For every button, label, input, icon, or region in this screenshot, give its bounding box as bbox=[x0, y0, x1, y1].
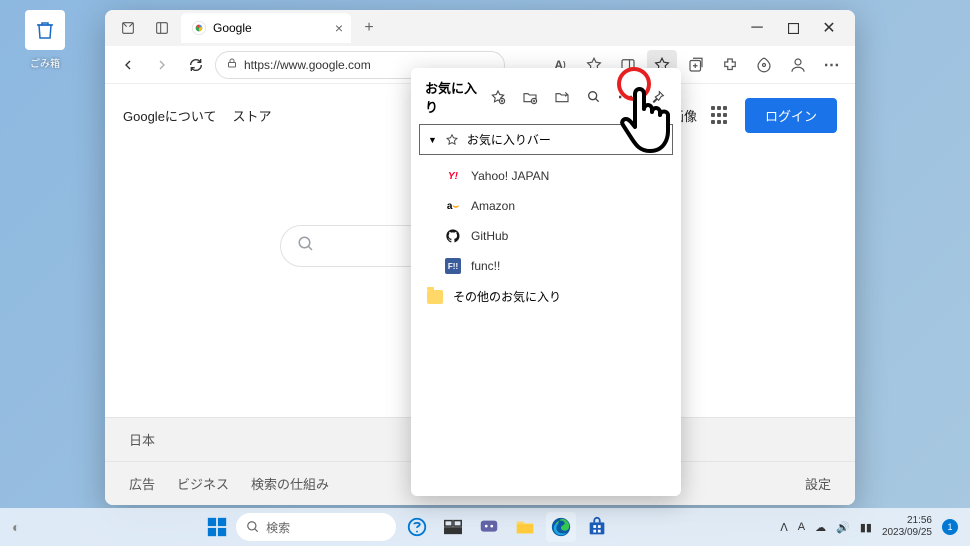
close-window-button[interactable]: ✕ bbox=[811, 14, 847, 42]
collapse-triangle-icon: ▼ bbox=[428, 135, 437, 145]
favorite-item[interactable]: a⌣ Amazon bbox=[411, 191, 681, 221]
volume-icon[interactable]: 🔊 bbox=[836, 521, 850, 534]
profile-icon[interactable] bbox=[783, 50, 813, 80]
taskbar: ◐ 検索 ᐱ A ☁ 🔊 ▮▮ 21:56 2023/09/25 1 bbox=[0, 508, 970, 546]
search-icon bbox=[246, 520, 260, 534]
system-tray: ᐱ A ☁ 🔊 ▮▮ 21:56 2023/09/25 1 bbox=[780, 515, 958, 539]
favorite-label: GitHub bbox=[471, 229, 508, 243]
favorites-bar-label: お気に入りバー bbox=[467, 131, 551, 148]
menu-button[interactable]: ⋯ bbox=[817, 55, 847, 75]
footer-ads[interactable]: 広告 bbox=[129, 474, 155, 493]
taskbar-clock[interactable]: 21:56 2023/09/25 bbox=[882, 515, 932, 539]
battery-icon[interactable]: ▮▮ bbox=[860, 521, 872, 534]
yahoo-icon: Y! bbox=[445, 168, 461, 184]
amazon-icon: a⌣ bbox=[445, 198, 461, 214]
taskbar-search-placeholder: 検索 bbox=[266, 519, 290, 536]
github-icon bbox=[445, 228, 461, 244]
footer-settings[interactable]: 設定 bbox=[805, 474, 831, 493]
apps-icon[interactable] bbox=[711, 106, 731, 126]
login-button[interactable]: ログイン bbox=[745, 98, 837, 133]
cloud-icon[interactable]: ☁ bbox=[815, 521, 826, 534]
tab-close-icon[interactable]: × bbox=[335, 20, 343, 36]
footer-country: 日本 bbox=[129, 430, 155, 449]
vertical-tabs-icon[interactable] bbox=[147, 14, 177, 42]
clock-time: 21:56 bbox=[882, 515, 932, 527]
explorer-icon[interactable] bbox=[510, 512, 540, 542]
tab-bar: Google × + ─ ✕ bbox=[105, 10, 855, 46]
collections-icon[interactable] bbox=[681, 50, 711, 80]
start-button[interactable] bbox=[204, 514, 230, 540]
star-outline-icon bbox=[445, 133, 459, 147]
folder-label: その他のお気に入り bbox=[453, 288, 561, 305]
store-link[interactable]: ストア bbox=[233, 106, 272, 125]
search-favorites-icon[interactable] bbox=[581, 84, 607, 110]
google-favicon-icon bbox=[191, 20, 207, 36]
browser-tab[interactable]: Google × bbox=[181, 13, 351, 43]
sync-icon[interactable] bbox=[549, 84, 575, 110]
favorite-item[interactable]: GitHub bbox=[411, 221, 681, 251]
task-view-icon[interactable] bbox=[438, 512, 468, 542]
about-link[interactable]: Googleについて bbox=[123, 106, 217, 125]
refresh-button[interactable] bbox=[181, 50, 211, 80]
favorites-title: お気に入り bbox=[425, 78, 479, 116]
copilot-icon[interactable] bbox=[402, 512, 432, 542]
clock-date: 2023/09/25 bbox=[882, 527, 932, 539]
lock-icon bbox=[226, 57, 238, 72]
favorites-list: Y! Yahoo! JAPAN a⌣ Amazon GitHub F!! fun… bbox=[411, 155, 681, 318]
favorite-item[interactable]: Y! Yahoo! JAPAN bbox=[411, 161, 681, 191]
favorite-label: Yahoo! JAPAN bbox=[471, 169, 549, 183]
performance-icon[interactable] bbox=[749, 50, 779, 80]
search-icon bbox=[297, 235, 315, 258]
taskbar-search[interactable]: 検索 bbox=[236, 513, 396, 541]
annotation-hand-cursor-icon bbox=[612, 86, 672, 156]
tab-actions-icon[interactable] bbox=[113, 14, 143, 42]
ime-indicator[interactable]: A bbox=[798, 521, 805, 533]
footer-business[interactable]: ビジネス bbox=[177, 474, 229, 493]
back-button[interactable] bbox=[113, 50, 143, 80]
tab-title: Google bbox=[213, 21, 252, 35]
footer-how[interactable]: 検索の仕組み bbox=[251, 474, 329, 493]
folder-icon bbox=[427, 290, 443, 304]
favorite-item[interactable]: F!! func!! bbox=[411, 251, 681, 281]
store-icon[interactable] bbox=[582, 512, 612, 542]
chat-icon[interactable] bbox=[474, 512, 504, 542]
other-favorites-folder[interactable]: その他のお気に入り bbox=[411, 281, 681, 312]
add-favorite-icon[interactable] bbox=[485, 84, 511, 110]
maximize-button[interactable] bbox=[775, 14, 811, 42]
weather-widget[interactable]: ◐ bbox=[12, 519, 36, 535]
url-text: https://www.google.com bbox=[244, 58, 371, 72]
edge-icon[interactable] bbox=[546, 512, 576, 542]
forward-button[interactable] bbox=[147, 50, 177, 80]
minimize-button[interactable]: ─ bbox=[739, 14, 775, 42]
favorite-label: func!! bbox=[471, 259, 500, 273]
new-tab-button[interactable]: + bbox=[355, 19, 383, 37]
notification-badge-icon[interactable]: 1 bbox=[942, 519, 958, 535]
extensions-icon[interactable] bbox=[715, 50, 745, 80]
trash-icon bbox=[25, 10, 65, 50]
func-icon: F!! bbox=[445, 258, 461, 274]
trash-label: ごみ箱 bbox=[30, 59, 60, 70]
add-folder-icon[interactable] bbox=[517, 84, 543, 110]
tray-chevron-icon[interactable]: ᐱ bbox=[780, 521, 788, 534]
favorite-label: Amazon bbox=[471, 199, 515, 213]
desktop-trash[interactable]: ごみ箱 bbox=[25, 10, 65, 72]
